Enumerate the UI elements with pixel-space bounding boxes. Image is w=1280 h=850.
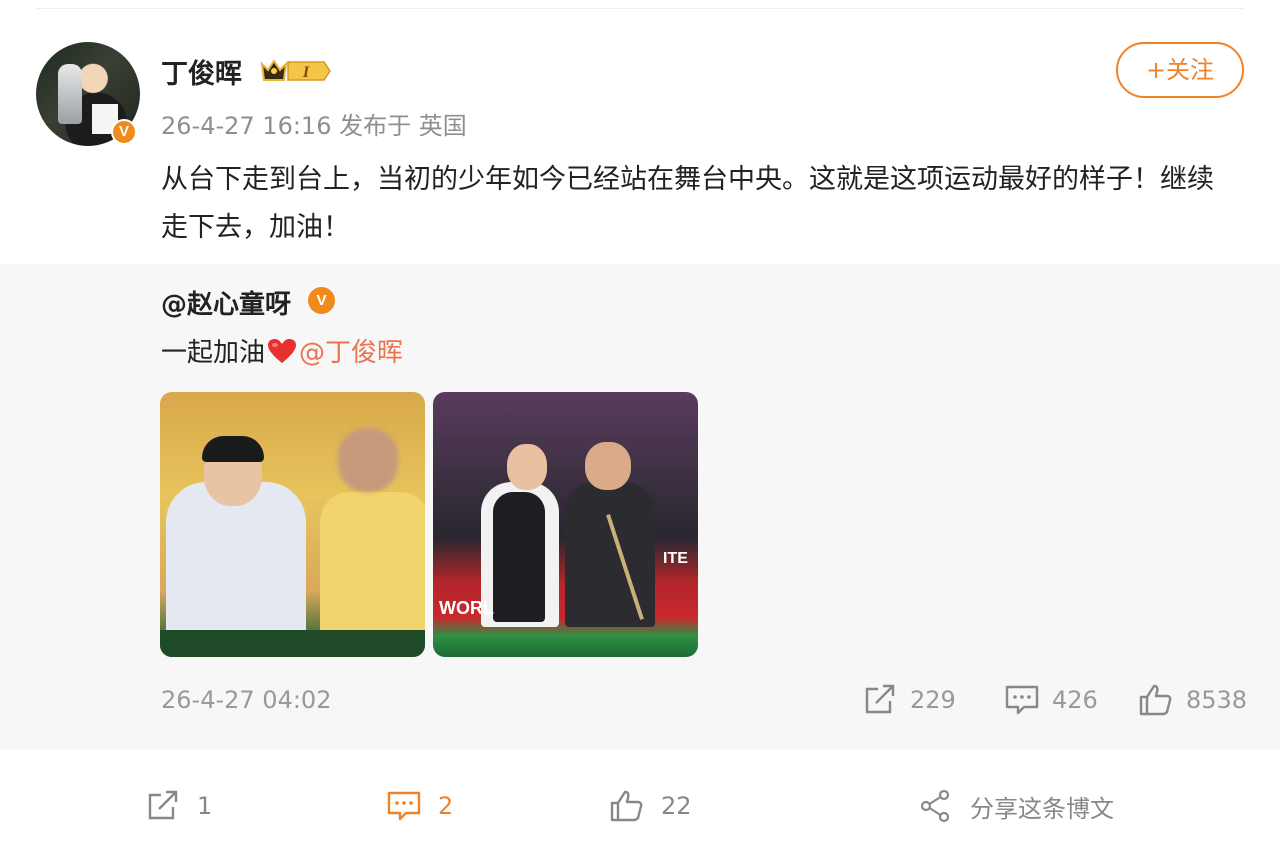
comment-count: 2 [438, 792, 454, 820]
repost-comment-count: 426 [1052, 686, 1098, 714]
member-crown-icon[interactable]: I [258, 56, 334, 86]
photo-banner-text: WORL [439, 598, 494, 618]
mention-link[interactable]: @丁俊晖 [299, 338, 403, 368]
share-post-button[interactable]: 分享这条博文 [918, 786, 1114, 826]
repost-like-button[interactable]: 8538 [1138, 682, 1247, 718]
author-name[interactable]: 丁俊晖 [161, 52, 242, 91]
share-icon [148, 790, 178, 820]
svg-text:I: I [302, 64, 310, 81]
repost-like-count: 8538 [1186, 686, 1248, 714]
trophy-image [58, 64, 82, 124]
repost-share-count: 229 [910, 686, 956, 714]
repost-author[interactable]: @赵心童呀 [161, 284, 291, 321]
repost-photo-1[interactable] [160, 392, 425, 657]
like-count: 22 [661, 792, 692, 820]
post-text: 从台下走到台上，当初的少年如今已经站在舞台中央。这就是这项运动最好的样子！继续走… [161, 164, 1214, 243]
top-divider [36, 8, 1244, 9]
share-icon [865, 684, 895, 714]
repost-photo-2[interactable]: WORL ITE [433, 392, 698, 657]
comment-icon [1005, 685, 1039, 715]
share-post-label: 分享这条博文 [970, 794, 1114, 823]
share-nodes-icon [920, 789, 950, 823]
heart-emoji-icon [268, 339, 297, 363]
repost-share-button[interactable]: 229 [862, 682, 956, 718]
repost-date: 26-4-27 04:02 [161, 686, 332, 714]
post-time-source: 26-4-27 16:16 发布于 英国 [161, 112, 467, 140]
share-button[interactable]: 1 [145, 786, 212, 826]
like-icon [1139, 684, 1172, 716]
share-count: 1 [197, 792, 213, 820]
verified-icon: V [111, 119, 137, 145]
follow-button[interactable]: +关注 [1116, 42, 1244, 98]
comment-icon [387, 791, 421, 821]
repost-text-body: 一起加油 [161, 338, 266, 368]
photo-sign-text: ITE [663, 550, 688, 567]
repost-comment-button[interactable]: 426 [1004, 682, 1098, 718]
like-button[interactable]: 22 [609, 786, 692, 826]
like-icon [610, 790, 643, 822]
comment-button[interactable]: 2 [386, 786, 453, 826]
repost-text: 一起加油 @丁俊晖 [161, 332, 403, 369]
repost-verified-icon: V [308, 287, 335, 314]
